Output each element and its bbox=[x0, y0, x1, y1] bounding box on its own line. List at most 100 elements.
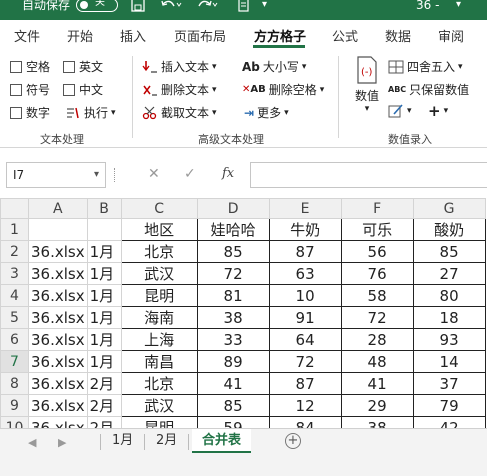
cell[interactable]: 36.xlsx bbox=[28, 240, 88, 263]
cell[interactable]: 1月 bbox=[86, 350, 122, 373]
cell[interactable]: 41 bbox=[340, 372, 414, 395]
tab-home[interactable]: 开始 bbox=[67, 26, 93, 45]
insert-text-button[interactable]: 插入文本 ▾ bbox=[142, 58, 217, 75]
checkbox-symbol[interactable]: 符号 bbox=[10, 81, 50, 98]
add-button[interactable]: + ▾ bbox=[428, 102, 448, 120]
extract-text-button[interactable]: 截取文本 ▾ bbox=[142, 104, 217, 121]
cell[interactable]: 91 bbox=[268, 306, 342, 329]
cell[interactable]: 58 bbox=[340, 284, 414, 307]
checkbox-chinese[interactable]: 中文 bbox=[63, 81, 103, 98]
check-icon[interactable]: ✓ bbox=[184, 166, 196, 182]
tab-data[interactable]: 数据 bbox=[385, 26, 411, 45]
cell[interactable]: 37 bbox=[412, 372, 486, 395]
sheet-tab-feb[interactable]: 2月 bbox=[146, 429, 187, 453]
tab-page-layout[interactable]: 页面布局 bbox=[174, 26, 226, 45]
formula-input[interactable] bbox=[250, 162, 487, 188]
execute-button[interactable]: 执行 ▾ bbox=[65, 104, 116, 121]
tab-review[interactable]: 审阅 bbox=[438, 26, 464, 45]
cell[interactable]: 2月 bbox=[86, 394, 122, 417]
cell[interactable]: 36.xlsx bbox=[28, 306, 88, 329]
redo-icon[interactable] bbox=[196, 0, 218, 12]
cell[interactable]: 北京 bbox=[120, 240, 198, 263]
filename-dropdown-icon[interactable]: ▾ bbox=[456, 0, 472, 12]
checkbox-box[interactable] bbox=[10, 83, 22, 96]
row-header[interactable]: 3 bbox=[0, 262, 29, 285]
save-icon[interactable] bbox=[130, 0, 146, 12]
cell[interactable]: 33 bbox=[196, 328, 270, 351]
prev-sheet-icon[interactable]: ◀ bbox=[28, 436, 36, 449]
row-header[interactable]: 7 bbox=[0, 350, 29, 373]
case-button[interactable]: Ab 大小写 ▾ bbox=[242, 58, 306, 75]
cell[interactable]: 80 bbox=[412, 284, 486, 307]
sheet-tab-merged[interactable]: 合并表 bbox=[192, 429, 252, 453]
row-header[interactable]: 6 bbox=[0, 328, 29, 351]
cell[interactable]: 36.xlsx bbox=[28, 262, 88, 285]
cell[interactable]: 北京 bbox=[120, 372, 198, 395]
edit-button[interactable]: ▾ bbox=[388, 104, 412, 118]
name-box[interactable]: I7 ▾ bbox=[6, 162, 106, 188]
cell[interactable]: 海南 bbox=[120, 306, 198, 329]
cell[interactable]: 18 bbox=[412, 306, 486, 329]
cell[interactable]: 12 bbox=[268, 394, 342, 417]
checkbox-box[interactable] bbox=[10, 106, 22, 119]
cell[interactable]: 64 bbox=[268, 328, 342, 351]
splitter-handle[interactable] bbox=[114, 168, 117, 182]
column-header-d[interactable]: D bbox=[196, 198, 270, 219]
sheet-tab-jan[interactable]: 1月 bbox=[102, 429, 143, 453]
cell[interactable] bbox=[28, 218, 88, 241]
cell[interactable]: 1月 bbox=[86, 240, 122, 263]
cell[interactable]: 63 bbox=[268, 262, 342, 285]
cell[interactable]: 87 bbox=[268, 240, 342, 263]
cell[interactable]: 87 bbox=[268, 372, 342, 395]
row-header[interactable]: 4 bbox=[0, 284, 29, 307]
checkbox-box[interactable] bbox=[10, 60, 22, 73]
cell[interactable]: 93 bbox=[412, 328, 486, 351]
cell[interactable]: 41 bbox=[196, 372, 270, 395]
cell[interactable] bbox=[86, 218, 122, 241]
cell[interactable]: 36.xlsx bbox=[28, 394, 88, 417]
tab-formulas[interactable]: 公式 bbox=[332, 26, 358, 45]
column-header-f[interactable]: F bbox=[340, 198, 414, 219]
cell[interactable]: 27 bbox=[412, 262, 486, 285]
cell[interactable]: 36.xlsx bbox=[28, 350, 88, 373]
header-cell-yogurt[interactable]: 酸奶 bbox=[412, 218, 486, 241]
column-header-c[interactable]: C bbox=[120, 198, 198, 219]
column-header-e[interactable]: E bbox=[268, 198, 342, 219]
column-header-g[interactable]: G bbox=[412, 198, 486, 219]
cell[interactable]: 29 bbox=[340, 394, 414, 417]
cell[interactable]: 14 bbox=[412, 350, 486, 373]
touch-mode-icon[interactable] bbox=[236, 0, 252, 12]
chevron-down-icon[interactable]: ▾ bbox=[94, 163, 99, 187]
checkbox-box[interactable] bbox=[63, 60, 75, 73]
cell[interactable]: 72 bbox=[196, 262, 270, 285]
cell[interactable]: 昆明 bbox=[120, 284, 198, 307]
cell[interactable]: 36.xlsx bbox=[28, 284, 88, 307]
header-cell-milk[interactable]: 牛奶 bbox=[268, 218, 342, 241]
cell[interactable]: 36.xlsx bbox=[28, 372, 88, 395]
tab-file[interactable]: 文件 bbox=[14, 26, 40, 45]
cell[interactable]: 28 bbox=[340, 328, 414, 351]
cell[interactable]: 2月 bbox=[86, 372, 122, 395]
cell[interactable]: 72 bbox=[340, 306, 414, 329]
row-header[interactable]: 9 bbox=[0, 394, 29, 417]
cell[interactable]: 89 bbox=[196, 350, 270, 373]
cell[interactable]: 武汉 bbox=[120, 394, 198, 417]
round-button[interactable]: 四舍五入 ▾ bbox=[388, 58, 463, 75]
row-header[interactable]: 2 bbox=[0, 240, 29, 263]
header-cell-region[interactable]: 地区 bbox=[120, 218, 198, 241]
column-header-b[interactable]: B bbox=[86, 198, 122, 219]
cell[interactable]: 上海 bbox=[120, 328, 198, 351]
cell[interactable]: 1月 bbox=[86, 328, 122, 351]
cell[interactable]: 1月 bbox=[86, 284, 122, 307]
cell[interactable]: 81 bbox=[196, 284, 270, 307]
more-button[interactable]: ⇥ 更多 ▾ bbox=[244, 104, 289, 121]
cell[interactable]: 武汉 bbox=[120, 262, 198, 285]
row-header[interactable]: 1 bbox=[0, 218, 29, 241]
cell[interactable]: 1月 bbox=[86, 306, 122, 329]
insert-function-icon[interactable]: fx bbox=[222, 166, 234, 181]
cell[interactable]: 85 bbox=[196, 240, 270, 263]
customize-qat-icon[interactable]: ▾ bbox=[262, 0, 278, 12]
cell[interactable]: 1月 bbox=[86, 262, 122, 285]
add-sheet-icon[interactable]: + bbox=[285, 433, 301, 449]
checkbox-box[interactable] bbox=[63, 83, 75, 96]
